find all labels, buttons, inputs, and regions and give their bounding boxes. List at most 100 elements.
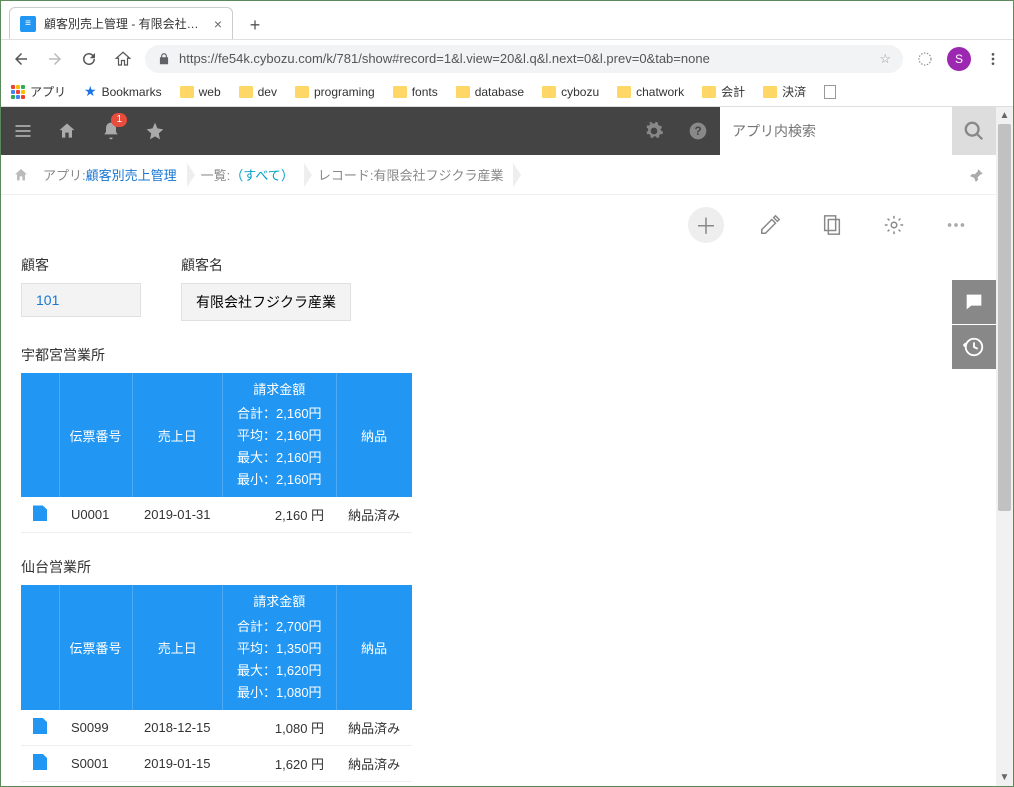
cell-amount: 2,160 円 (223, 497, 337, 533)
home-button[interactable] (111, 47, 135, 71)
chrome-apps-button[interactable]: アプリ (11, 83, 66, 100)
notification-badge: 1 (111, 113, 127, 127)
settings-gear-button[interactable] (632, 107, 676, 155)
th-slip: 伝票番号 (59, 585, 132, 709)
cell-date: 2019-01-15 (132, 745, 223, 781)
scroll-up-icon[interactable]: ▲ (996, 107, 1013, 124)
th-icon (21, 585, 59, 709)
favicon-icon: ≡ (20, 16, 36, 32)
bookmark-chatwork[interactable]: chatwork (617, 85, 684, 99)
browser-menu-button[interactable] (981, 47, 1005, 71)
section-title: 仙台営業所 (21, 557, 976, 577)
notifications-button[interactable]: 1 (89, 107, 133, 155)
bookmark-bookmarks[interactable]: ★Bookmarks (84, 83, 162, 100)
pin-icon[interactable] (970, 168, 984, 182)
section-title: 宇都宮営業所 (21, 345, 976, 365)
folder-icon (393, 86, 407, 98)
reload-button[interactable] (77, 47, 101, 71)
folder-icon (763, 86, 777, 98)
section: 宇都宮営業所伝票番号売上日請求金額合計：2,160円平均：2,160円最大：2,… (21, 345, 976, 533)
field-customer-name: 顧客名 有限会社フジクラ産業 (181, 255, 351, 321)
breadcrumb-record: レコード: 有限会社フジクラ産業 (308, 155, 514, 195)
table-row[interactable]: S00992018-12-151,080 円納品済み (21, 710, 412, 746)
th-amount: 請求金額合計：2,160円平均：2,160円最大：2,160円最小：2,160円 (223, 373, 337, 497)
new-tab-button[interactable]: + (241, 11, 269, 39)
menu-button[interactable] (1, 107, 45, 155)
history-panel-button[interactable] (952, 325, 996, 369)
extension-icon[interactable] (913, 47, 937, 71)
field-label: 顧客 (21, 255, 141, 275)
record-settings-button[interactable] (878, 209, 910, 241)
cell-amount: 1,080 円 (223, 710, 337, 746)
vertical-scrollbar[interactable]: ▲ ▼ (996, 107, 1013, 786)
folder-icon (239, 86, 253, 98)
cell-slip: U0001 (59, 497, 132, 533)
url-bar[interactable]: https://fe54k.cybozu.com/k/781/show#reco… (145, 45, 903, 73)
cell-status: 納品済み (336, 745, 412, 781)
scroll-down-icon[interactable]: ▼ (996, 769, 1013, 786)
folder-icon (456, 86, 470, 98)
breadcrumb-app-link[interactable]: 顧客別売上管理 (86, 165, 177, 184)
folder-icon (180, 86, 194, 98)
breadcrumb-list[interactable]: 一覧: （すべて） (191, 155, 304, 195)
copy-record-button[interactable] (816, 209, 848, 241)
field-label: 顧客名 (181, 255, 351, 275)
favorites-button[interactable] (133, 107, 177, 155)
bookmark-doc[interactable] (824, 85, 836, 99)
th-date: 売上日 (132, 585, 223, 709)
bookmark-database[interactable]: database (456, 85, 524, 99)
bookmark-star-icon[interactable]: ☆ (879, 51, 891, 67)
cell-slip: S0099 (59, 710, 132, 746)
profile-avatar[interactable]: S (947, 47, 971, 71)
file-icon (33, 718, 47, 734)
cell-status: 納品済み (336, 497, 412, 533)
tab-title: 顧客別売上管理 - 有限会社フジクラ (44, 15, 206, 32)
th-delivery: 納品 (336, 585, 412, 709)
sales-table: 伝票番号売上日請求金額合計：2,160円平均：2,160円最大：2,160円最小… (21, 373, 413, 533)
browser-tab[interactable]: ≡ 顧客別売上管理 - 有限会社フジクラ × (9, 7, 233, 39)
row-icon[interactable] (21, 710, 59, 746)
field-value-customer[interactable]: 101 (21, 283, 141, 317)
bookmark-kaikei[interactable]: 会計 (702, 83, 745, 100)
table-row[interactable]: S00012019-01-151,620 円納品済み (21, 745, 412, 781)
bookmark-kessai[interactable]: 決済 (763, 83, 806, 100)
more-actions-button[interactable] (940, 209, 972, 241)
table-row[interactable]: U00012019-01-312,160 円納品済み (21, 497, 412, 533)
row-icon[interactable] (21, 497, 59, 533)
breadcrumb-home-icon[interactable] (13, 167, 29, 183)
th-amount: 請求金額合計：2,700円平均：1,350円最大：1,620円最小：1,080円 (223, 585, 337, 709)
url-text: https://fe54k.cybozu.com/k/781/show#reco… (179, 51, 871, 66)
cell-date: 2018-12-15 (132, 710, 223, 746)
star-icon: ★ (84, 83, 97, 100)
back-button[interactable] (9, 47, 33, 71)
breadcrumb-list-link[interactable]: （すべて） (230, 165, 294, 184)
section: 仙台営業所伝票番号売上日請求金額合計：2,700円平均：1,350円最大：1,6… (21, 557, 976, 781)
th-date: 売上日 (132, 373, 223, 497)
search-button[interactable] (952, 107, 996, 155)
add-record-button[interactable]: ＋ (688, 207, 724, 243)
breadcrumb-app[interactable]: アプリ: 顧客別売上管理 (33, 155, 187, 195)
th-icon (21, 373, 59, 497)
portal-home-button[interactable] (45, 107, 89, 155)
bookmark-programing[interactable]: programing (295, 85, 375, 99)
bookmark-web[interactable]: web (180, 85, 221, 99)
forward-button[interactable] (43, 47, 67, 71)
th-slip: 伝票番号 (59, 373, 132, 497)
close-tab-icon[interactable]: × (214, 16, 222, 32)
app-search-input[interactable] (720, 107, 952, 155)
cell-date: 2019-01-31 (132, 497, 223, 533)
comments-panel-button[interactable] (952, 280, 996, 324)
cell-slip: S0001 (59, 745, 132, 781)
sales-table: 伝票番号売上日請求金額合計：2,700円平均：1,350円最大：1,620円最小… (21, 585, 413, 781)
bookmark-dev[interactable]: dev (239, 85, 277, 99)
help-button[interactable]: ? (676, 107, 720, 155)
folder-icon (295, 86, 309, 98)
lock-icon (157, 52, 171, 66)
bookmark-fonts[interactable]: fonts (393, 85, 438, 99)
edit-record-button[interactable] (754, 209, 786, 241)
bookmark-cybozu[interactable]: cybozu (542, 85, 599, 99)
folder-icon (702, 86, 716, 98)
cell-status: 納品済み (336, 710, 412, 746)
file-icon (33, 505, 47, 521)
row-icon[interactable] (21, 745, 59, 781)
